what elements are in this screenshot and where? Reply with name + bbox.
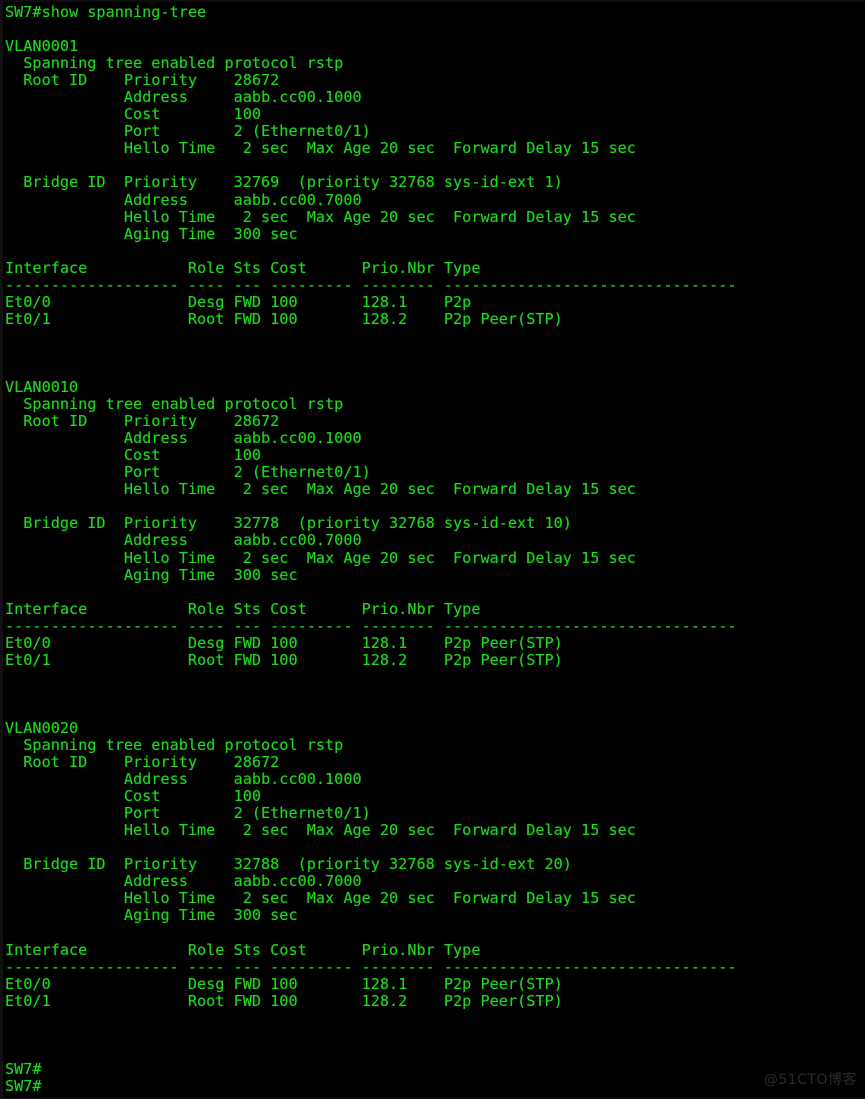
terminal-line: Et0/1 Root FWD 100 128.2 P2p Peer(STP) xyxy=(5,991,563,1010)
terminal-line: Hello Time 2 sec Max Age 20 sec Forward … xyxy=(5,207,636,226)
terminal-line: Address aabb.cc00.7000 xyxy=(5,531,362,550)
terminal-line: Address aabb.cc00.7000 xyxy=(5,190,362,209)
terminal-window[interactable]: SW7#show spanning-tree VLAN0001 Spanning … xyxy=(0,0,865,1099)
terminal-line: Interface Role Sts Cost Prio.Nbr Type xyxy=(5,599,481,618)
terminal-line: Root ID Priority 28672 xyxy=(5,412,280,431)
terminal-output-area[interactable]: SW7#show spanning-tree VLAN0001 Spanning … xyxy=(3,2,737,1095)
terminal-line: VLAN0020 xyxy=(5,718,79,737)
terminal-line: SW7# xyxy=(5,1076,42,1095)
terminal-line: Hello Time 2 sec Max Age 20 sec Forward … xyxy=(5,139,636,158)
terminal-line: Et0/1 Root FWD 100 128.2 P2p Peer(STP) xyxy=(5,650,563,669)
terminal-line: Address aabb.cc00.1000 xyxy=(5,770,362,789)
terminal-line: Hello Time 2 sec Max Age 20 sec Forward … xyxy=(5,480,636,499)
terminal-line: Bridge ID Priority 32778 (priority 32768… xyxy=(5,514,572,533)
terminal-line: Aging Time 300 sec xyxy=(5,224,298,243)
terminal-line: Cost 100 xyxy=(5,787,262,806)
terminal-line: ------------------- ---- --- --------- -… xyxy=(5,957,737,976)
terminal-line: SW7#show spanning-tree xyxy=(5,3,207,21)
terminal-line: Address aabb.cc00.7000 xyxy=(5,872,362,891)
terminal-line: Spanning tree enabled protocol rstp xyxy=(5,395,344,414)
terminal-line: Port 2 (Ethernet0/1) xyxy=(5,122,371,141)
terminal-line: ------------------- ---- --- --------- -… xyxy=(5,616,737,635)
terminal-line: Et0/1 Root FWD 100 128.2 P2p Peer(STP) xyxy=(5,309,563,328)
terminal-line: Cost 100 xyxy=(5,105,262,124)
terminal-line: Hello Time 2 sec Max Age 20 sec Forward … xyxy=(5,889,636,908)
terminal-line: Aging Time 300 sec xyxy=(5,565,298,584)
terminal-line: Root ID Priority 28672 xyxy=(5,71,280,90)
terminal-line: Bridge ID Priority 32769 (priority 32768… xyxy=(5,173,563,192)
terminal-line: Port 2 (Ethernet0/1) xyxy=(5,463,371,482)
site-watermark: @51CTO博客 xyxy=(763,1072,857,1088)
terminal-line: ------------------- ---- --- --------- -… xyxy=(5,275,737,294)
terminal-line: Et0/0 Desg FWD 100 128.1 P2p xyxy=(5,292,472,311)
terminal-line: Aging Time 300 sec xyxy=(5,906,298,925)
terminal-line: VLAN0001 xyxy=(5,37,79,56)
terminal-line: Spanning tree enabled protocol rstp xyxy=(5,54,344,73)
terminal-line: Interface Role Sts Cost Prio.Nbr Type xyxy=(5,258,481,277)
terminal-line: Et0/0 Desg FWD 100 128.1 P2p Peer(STP) xyxy=(5,633,563,652)
terminal-line: SW7# xyxy=(5,1059,42,1078)
terminal-line: Address aabb.cc00.1000 xyxy=(5,429,362,448)
terminal-line: Port 2 (Ethernet0/1) xyxy=(5,804,371,823)
terminal-line: Hello Time 2 sec Max Age 20 sec Forward … xyxy=(5,548,636,567)
terminal-line: Cost 100 xyxy=(5,446,262,465)
terminal-line: Hello Time 2 sec Max Age 20 sec Forward … xyxy=(5,821,636,840)
terminal-line: Interface Role Sts Cost Prio.Nbr Type xyxy=(5,940,481,959)
terminal-line: Et0/0 Desg FWD 100 128.1 P2p Peer(STP) xyxy=(5,974,563,993)
terminal-line: Bridge ID Priority 32788 (priority 32768… xyxy=(5,855,572,874)
terminal-line: Address aabb.cc00.1000 xyxy=(5,88,362,107)
terminal-line: Root ID Priority 28672 xyxy=(5,753,280,772)
terminal-line: Spanning tree enabled protocol rstp xyxy=(5,736,344,755)
terminal-line: VLAN0010 xyxy=(5,378,79,397)
